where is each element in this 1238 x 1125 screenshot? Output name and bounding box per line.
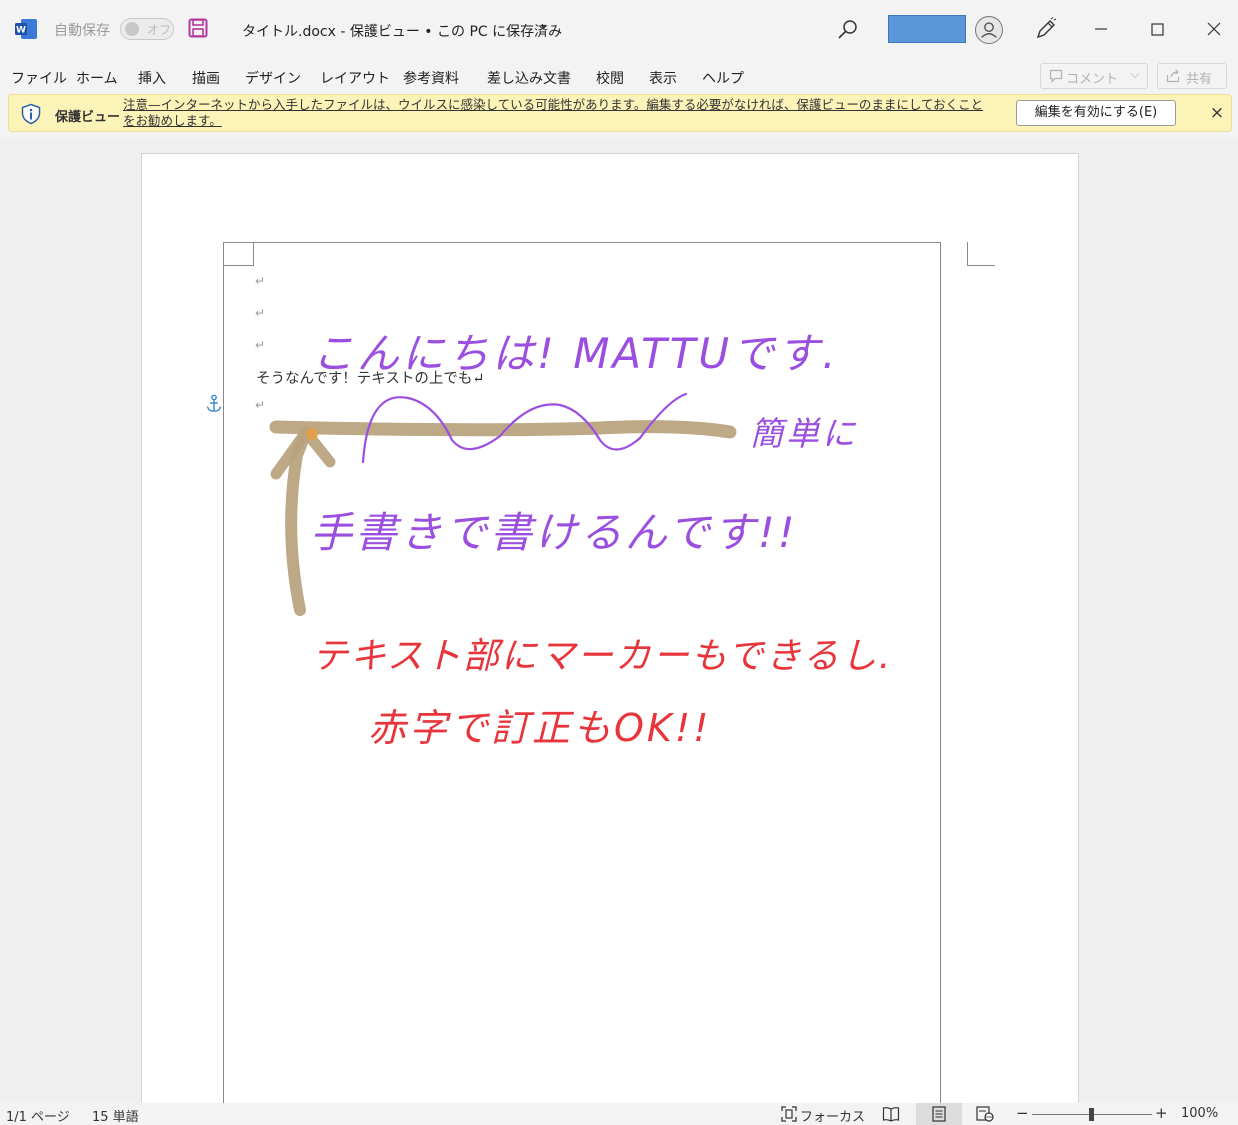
web-layout-icon[interactable] [976, 1106, 994, 1122]
print-layout-icon [932, 1106, 946, 1122]
zoom-slider-thumb[interactable] [1089, 1108, 1094, 1121]
handwriting-purple-side: 簡単に [750, 414, 858, 453]
print-layout-button[interactable] [916, 1103, 962, 1125]
read-mode-icon[interactable] [882, 1106, 900, 1122]
handwriting-red-line1: テキスト部にマーカーもできるし. [312, 636, 892, 677]
focus-icon [781, 1106, 797, 1122]
status-bar: 1/1 ページ 15 単語 フォーカス − + 100% [0, 1103, 1238, 1125]
handwriting-purple-line1: こんにちは! MATTUです. [312, 329, 839, 378]
zoom-out-button[interactable]: − [1016, 1104, 1029, 1122]
highlighter-tip [306, 428, 318, 440]
zoom-level[interactable]: 100% [1181, 1106, 1218, 1121]
ink-layer: こんにちは! MATTUです. 簡単に 手書きで書けるんです!! テキスト部にマ… [269, 329, 892, 750]
page-count[interactable]: 1/1 ページ [6, 1106, 70, 1125]
word-count[interactable]: 15 単語 [92, 1106, 139, 1125]
zoom-in-button[interactable]: + [1155, 1104, 1168, 1122]
handwriting-purple-line2: 手書きで書けるんです!! [310, 508, 798, 557]
focus-mode-button[interactable]: フォーカス [800, 1106, 865, 1125]
handwriting-red-line2: 赤字で訂正もOK!! [368, 706, 711, 750]
